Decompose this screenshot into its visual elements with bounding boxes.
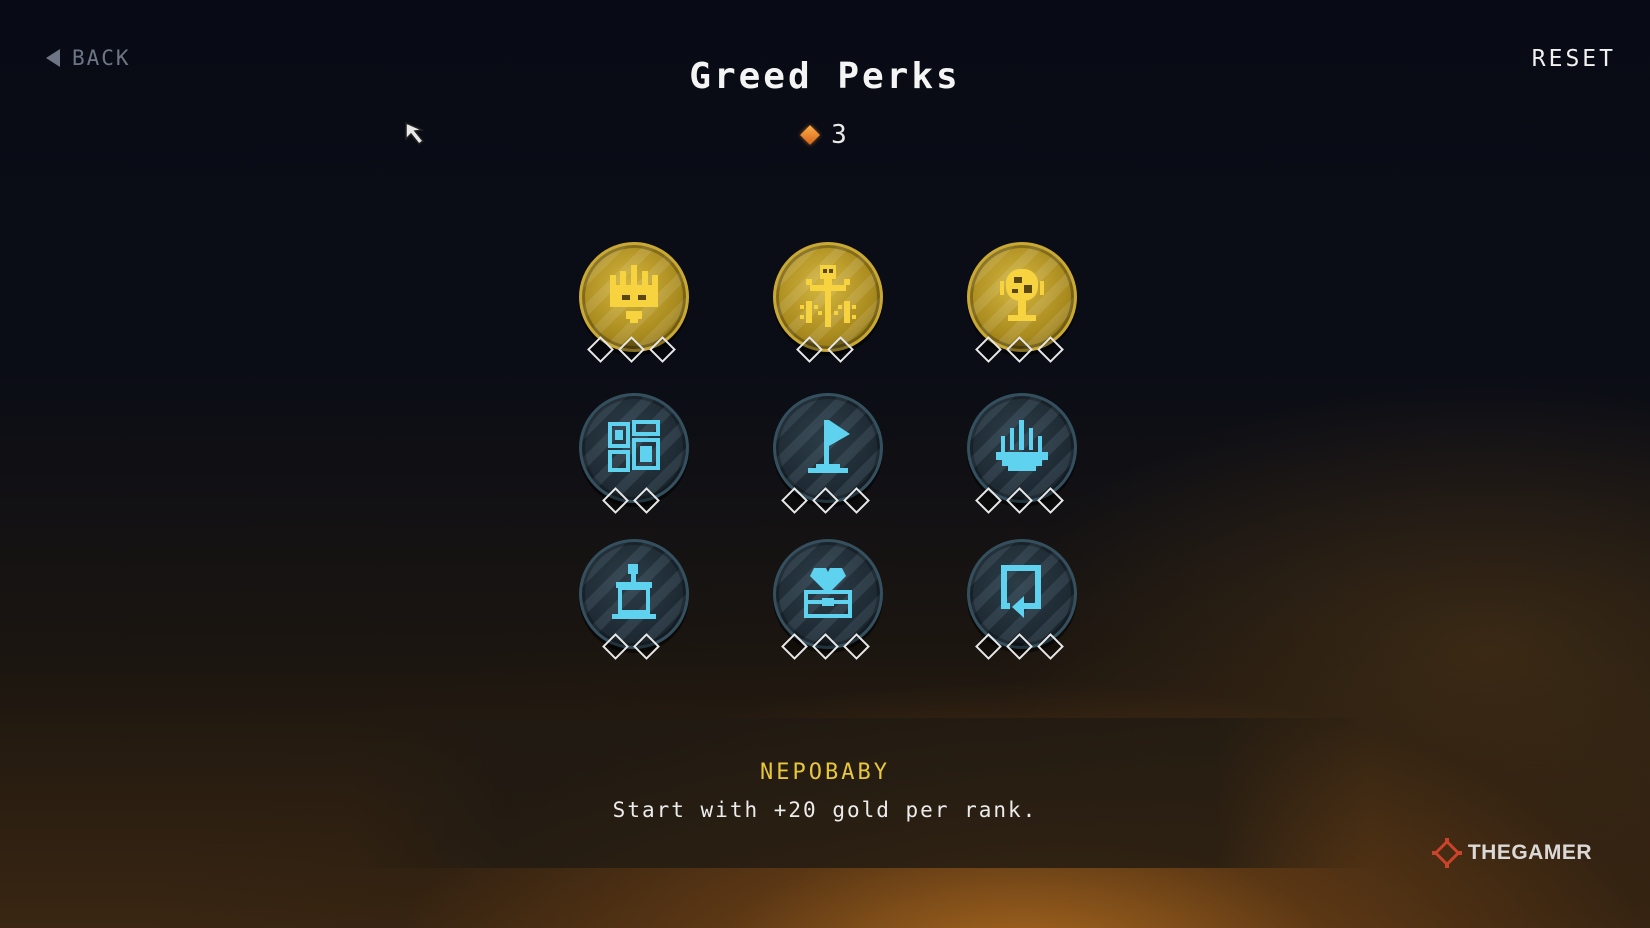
- globe-trophy-icon: [1000, 269, 1044, 321]
- perk-info-panel: [350, 718, 1370, 868]
- perk-slot-5[interactable]: [773, 393, 883, 533]
- rank-indicators: [967, 487, 1071, 514]
- perk-badge: [579, 393, 689, 503]
- skull-wheat-icon: [800, 265, 856, 327]
- rank-indicators: [773, 336, 877, 363]
- perk-badge: [967, 539, 1077, 649]
- perk-badge: [579, 242, 689, 352]
- rank-diamond: [1036, 336, 1064, 363]
- fountain-icon: [996, 420, 1048, 471]
- perk-slot-1[interactable]: [579, 242, 689, 382]
- perk-slot-7[interactable]: [579, 539, 689, 679]
- perk-badge: [967, 393, 1077, 503]
- rank-indicators: [773, 487, 877, 514]
- rank-diamond: [827, 336, 854, 363]
- card-loop-icon: [1001, 565, 1041, 618]
- rank-diamond: [602, 487, 629, 514]
- flag-icon: [808, 420, 850, 473]
- rank-indicators: [773, 633, 877, 660]
- crown-coin-icon: [610, 265, 658, 323]
- perk-slot-6[interactable]: [967, 393, 1077, 533]
- rank-diamond: [780, 633, 808, 660]
- perk-points-value: 3: [831, 120, 847, 150]
- rank-indicators: [967, 336, 1071, 363]
- rank-diamond: [617, 336, 645, 363]
- rank-diamond: [780, 487, 808, 514]
- selected-perk-description: Start with +20 gold per rank.: [612, 798, 1038, 822]
- rank-diamond: [1036, 633, 1064, 660]
- rank-diamond: [974, 487, 1002, 514]
- shelves-icon: [608, 420, 660, 472]
- perk-badge: [773, 393, 883, 503]
- perk-slot-8[interactable]: [773, 539, 883, 679]
- rank-diamond: [633, 487, 660, 514]
- heart-box-icon: [804, 568, 852, 618]
- page-title: Greed Perks: [689, 56, 961, 97]
- perk-badge: [773, 539, 883, 649]
- perk-slot-9[interactable]: [967, 539, 1077, 679]
- rank-diamond: [1036, 487, 1064, 514]
- selected-perk-name: NEPOBABY: [760, 760, 890, 785]
- rank-diamond: [796, 336, 823, 363]
- perk-slot-3[interactable]: [967, 242, 1077, 382]
- rank-diamond: [586, 336, 614, 363]
- thegamer-logo-icon: [1431, 838, 1462, 868]
- perk-slot-4[interactable]: [579, 393, 689, 533]
- rank-diamond: [842, 487, 870, 514]
- perk-badge: [579, 539, 689, 649]
- perk-screen: BACK RESET Greed Perks 3 NEPOBABY Start …: [0, 0, 1650, 928]
- watermark-text: THEGAMER: [1467, 841, 1592, 864]
- rank-indicators: [579, 336, 683, 363]
- rank-diamond: [1005, 487, 1033, 514]
- mouse-cursor-icon: [405, 121, 425, 146]
- rank-diamond: [842, 633, 870, 660]
- podium-icon: [612, 564, 656, 619]
- rank-diamond: [811, 633, 839, 660]
- orange-gem-icon: [800, 125, 821, 145]
- perk-badge: [967, 242, 1077, 352]
- rank-indicators: [579, 487, 683, 514]
- rank-indicators: [967, 633, 1071, 660]
- perk-points-counter: 3: [0, 120, 1650, 150]
- rank-diamond: [1005, 336, 1033, 363]
- rank-diamond: [974, 633, 1002, 660]
- rank-diamond: [633, 633, 660, 660]
- rank-diamond: [1005, 633, 1033, 660]
- rank-indicators: [579, 633, 683, 660]
- rank-diamond: [602, 633, 629, 660]
- watermark: THEGAMER: [1430, 836, 1592, 870]
- rank-diamond: [974, 336, 1002, 363]
- perk-badge: [773, 242, 883, 352]
- rank-diamond: [811, 487, 839, 514]
- perk-slot-2[interactable]: [773, 242, 883, 382]
- rank-diamond: [648, 336, 676, 363]
